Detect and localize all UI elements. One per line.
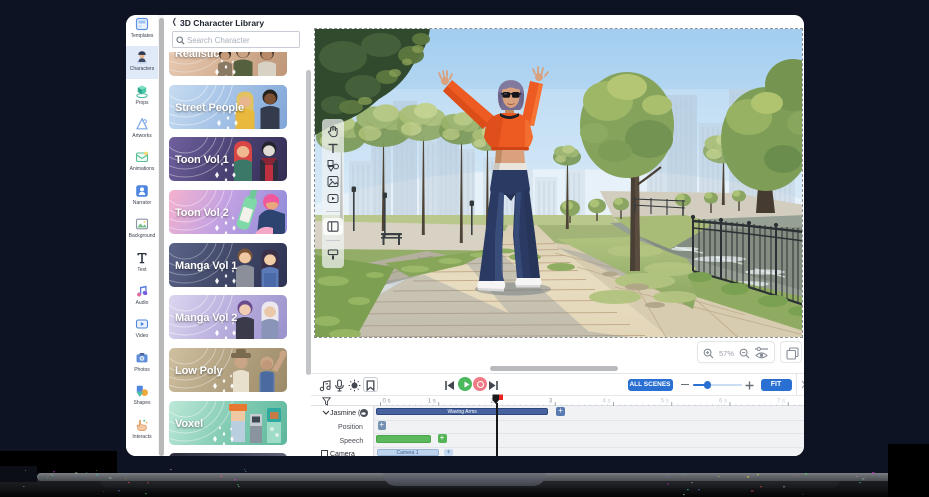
svg-text:6 s: 6 s xyxy=(719,398,727,404)
svg-text:5 s: 5 s xyxy=(661,398,669,404)
svg-text:0 s: 0 s xyxy=(383,398,391,404)
svg-text:1 s: 1 s xyxy=(428,398,436,404)
svg-text:3: 3 xyxy=(549,398,553,404)
svg-text:4 s: 4 s xyxy=(602,398,610,404)
svg-text:7 s: 7 s xyxy=(777,398,785,404)
